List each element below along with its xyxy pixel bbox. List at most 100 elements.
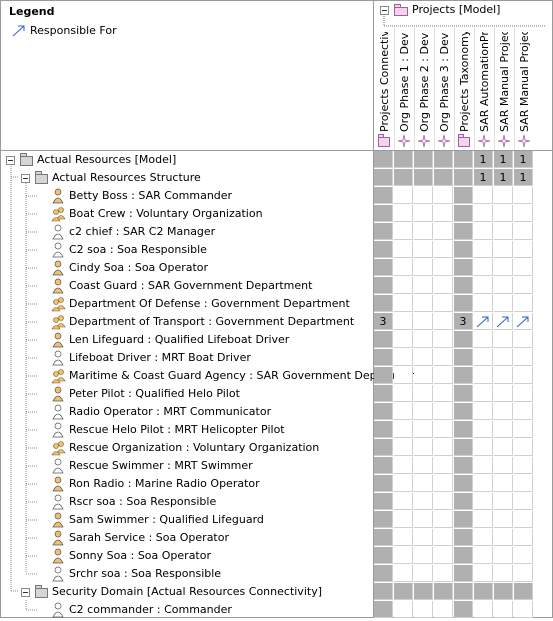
matrix-cell	[514, 511, 533, 528]
tree-row[interactable]: Radio Operator : MRT Communicator	[51, 403, 271, 421]
tree-row[interactable]: Maritime & Coast Guard Agency : SAR Gove…	[51, 367, 421, 385]
tree-row-label: Coast Guard : SAR Government Department	[69, 279, 313, 292]
matrix-cell[interactable]	[494, 313, 513, 330]
tree-row[interactable]: Rescue Organization : Voluntary Organiza…	[51, 439, 319, 457]
tree-row[interactable]: Department of Transport : Government Dep…	[51, 313, 354, 331]
tree-row[interactable]: Actual Resources Structure	[34, 169, 201, 187]
matrix-cell[interactable]: 1	[514, 151, 533, 168]
matrix-cell	[374, 457, 393, 474]
column-header-label[interactable]: Org Phase 2 : Deve	[418, 32, 431, 132]
matrix-cell	[414, 313, 433, 330]
column-header-label[interactable]: SAR Manual Project	[498, 32, 511, 132]
matrix-cell	[414, 241, 433, 258]
matrix-cell	[454, 349, 473, 366]
tree-row[interactable]: Sonny Soa : Soa Operator	[51, 547, 211, 565]
tree-row[interactable]: Cindy Soa : Soa Operator	[51, 259, 208, 277]
role-person-icon	[52, 566, 64, 582]
column-header-label[interactable]: SAR Manual Project	[518, 32, 531, 132]
matrix-cell	[474, 187, 493, 204]
tree-row[interactable]: Actual Resources [Model]	[19, 151, 176, 169]
matrix-cell	[374, 169, 393, 186]
column-divider	[474, 28, 475, 150]
matrix-cell	[374, 511, 393, 528]
matrix-cell	[394, 205, 413, 222]
column-header-label[interactable]: Projects Taxonomy	[458, 32, 471, 132]
role-person-icon	[52, 494, 64, 510]
matrix-cell[interactable]: 1	[494, 169, 513, 186]
tree-row-label: c2 chief : SAR C2 Manager	[69, 225, 216, 238]
matrix-cell	[394, 367, 413, 384]
tree-row[interactable]: Department Of Defense : Government Depar…	[51, 295, 350, 313]
tree-expander[interactable]	[6, 156, 15, 165]
matrix-cell	[374, 241, 393, 258]
tree-row[interactable]: Rscr soa : Soa Responsible	[51, 493, 216, 511]
matrix-cell[interactable]	[514, 313, 533, 330]
matrix-cell	[514, 187, 533, 204]
matrix-cell	[454, 493, 473, 510]
matrix-cell	[514, 529, 533, 546]
matrix-cell	[454, 421, 473, 438]
tree-row[interactable]: Sam Swimmer : Qualified Lifeguard	[51, 511, 264, 529]
matrix-cell	[474, 529, 493, 546]
person-icon	[52, 386, 64, 402]
matrix-cell[interactable]	[474, 313, 493, 330]
matrix-cell	[374, 439, 393, 456]
organization-icon	[51, 297, 66, 312]
column-header-label[interactable]: Org Phase 1 : Deve	[398, 32, 411, 132]
legend-item-responsible-for[interactable]: Responsible For	[12, 24, 117, 37]
matrix-cell	[414, 601, 433, 618]
tree-row[interactable]: Security Domain [Actual Resources Connec…	[34, 583, 322, 601]
matrix-cell	[414, 565, 433, 582]
tree-row[interactable]: Coast Guard : SAR Government Department	[51, 277, 312, 295]
tree-row[interactable]: Rescue Swimmer : MRT Swimmer	[51, 457, 253, 475]
matrix-cell	[494, 241, 513, 258]
tree-row-label: Rescue Helo Pilot : MRT Helicopter Pilot	[69, 423, 285, 436]
matrix-cell	[494, 493, 513, 510]
matrix-cell	[474, 241, 493, 258]
column-headers: Projects [Model] Projects Connectivi Org …	[374, 2, 552, 150]
matrix-cell	[494, 259, 513, 276]
tree-expander[interactable]	[21, 588, 30, 597]
tree-row-label: Actual Resources [Model]	[37, 153, 177, 166]
tree-row[interactable]: C2 commander : Commander	[51, 601, 232, 619]
column-header-label[interactable]: Projects Connectivi	[378, 32, 391, 132]
matrix-cell	[514, 367, 533, 384]
matrix-cell	[434, 367, 453, 384]
tree-row[interactable]: Ron Radio : Marine Radio Operator	[51, 475, 260, 493]
column-header-label[interactable]: SAR AutomationPro	[478, 32, 491, 132]
matrix-cell	[454, 547, 473, 564]
matrix-cell[interactable]: 3	[454, 313, 473, 330]
matrix-cell	[474, 493, 493, 510]
matrix-cell[interactable]: 1	[514, 169, 533, 186]
column-header-label[interactable]: Org Phase 3 : Deve	[438, 32, 451, 132]
tree-row[interactable]: Boat Crew : Voluntary Organization	[51, 205, 263, 223]
tree-row[interactable]: Rescue Helo Pilot : MRT Helicopter Pilot	[51, 421, 285, 439]
matrix-cell	[374, 205, 393, 222]
tree-row[interactable]: c2 chief : SAR C2 Manager	[51, 223, 215, 241]
matrix-cell	[374, 601, 393, 618]
matrix-cell	[454, 439, 473, 456]
tree-row[interactable]: Len Lifeguard : Qualified Lifeboat Drive…	[51, 331, 289, 349]
matrix-cell	[394, 403, 413, 420]
tree-row[interactable]: Sarah Service : Soa Operator	[51, 529, 229, 547]
tree-row[interactable]: Srchr soa : Soa Responsible	[51, 565, 221, 583]
matrix-cell	[454, 367, 473, 384]
project-sparkle-icon	[437, 134, 451, 148]
matrix-cell[interactable]: 1	[474, 169, 493, 186]
column-divider	[434, 28, 435, 150]
tree-row[interactable]: Lifeboat Driver : MRT Boat Driver	[51, 349, 251, 367]
matrix-cell[interactable]: 1	[494, 151, 513, 168]
tree-row[interactable]: Betty Boss : SAR Commander	[51, 187, 232, 205]
tree-row-label: Department Of Defense : Government Depar…	[69, 297, 350, 310]
matrix-cell	[454, 385, 473, 402]
matrix-cell	[394, 421, 413, 438]
role-person-icon	[52, 350, 64, 366]
matrix-cell	[514, 331, 533, 348]
tree-row[interactable]: C2 soa : Soa Responsible	[51, 241, 207, 259]
matrix-cell	[494, 583, 513, 600]
matrix-cell[interactable]: 1	[474, 151, 493, 168]
tree-row[interactable]: Peter Pilot : Qualified Helo Pilot	[51, 385, 240, 403]
tree-expander[interactable]	[21, 174, 30, 183]
matrix-cell	[474, 295, 493, 312]
matrix-cell[interactable]: 3	[374, 313, 393, 330]
